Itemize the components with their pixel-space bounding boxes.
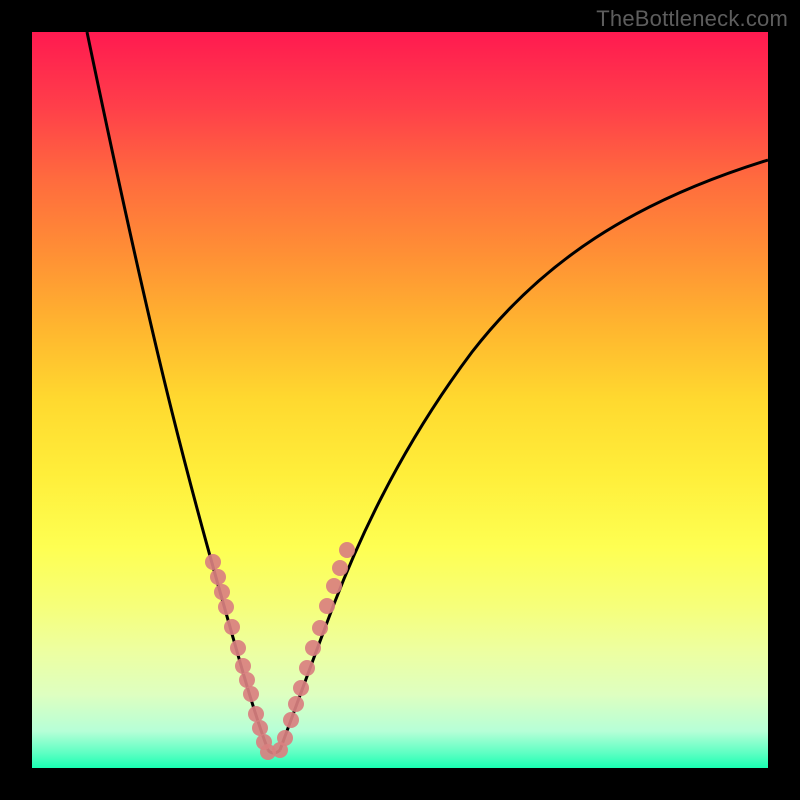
marker-dot [235, 658, 251, 674]
markers-left [205, 554, 276, 760]
marker-dot [205, 554, 221, 570]
plot-area [32, 32, 768, 768]
marker-dot [243, 686, 259, 702]
marker-dot [312, 620, 328, 636]
marker-dot [277, 730, 293, 746]
marker-dot [248, 706, 264, 722]
marker-dot [293, 680, 309, 696]
marker-dot [218, 599, 234, 615]
marker-dot [252, 720, 268, 736]
watermark-text: TheBottleneck.com [596, 6, 788, 32]
curve-layer [32, 32, 768, 768]
marker-dot [239, 672, 255, 688]
marker-dot [299, 660, 315, 676]
marker-dot [319, 598, 335, 614]
marker-dot [230, 640, 246, 656]
marker-dot [326, 578, 342, 594]
marker-dot [224, 619, 240, 635]
right-curve [280, 160, 768, 750]
marker-dot [339, 542, 355, 558]
marker-dot [210, 569, 226, 585]
chart-frame: TheBottleneck.com [0, 0, 800, 800]
marker-dot [214, 584, 230, 600]
markers-right [272, 542, 355, 758]
marker-dot [283, 712, 299, 728]
marker-dot [332, 560, 348, 576]
marker-dot [288, 696, 304, 712]
marker-dot [305, 640, 321, 656]
